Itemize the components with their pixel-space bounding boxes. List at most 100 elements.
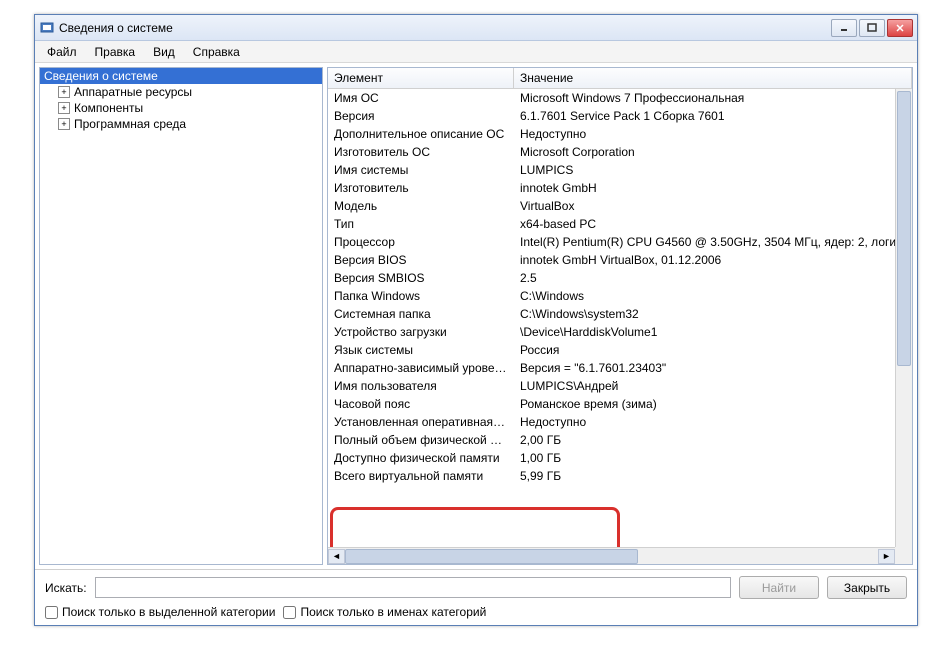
- table-row[interactable]: Версия SMBIOS2.5: [328, 269, 912, 287]
- table-row[interactable]: Изготовитель ОСMicrosoft Corporation: [328, 143, 912, 161]
- tree-item-label: Аппаратные ресурсы: [74, 85, 192, 99]
- table-row[interactable]: Аппаратно-зависимый уровен...Версия = "6…: [328, 359, 912, 377]
- cell-key: Полный объем физической па...: [328, 432, 514, 448]
- minimize-button[interactable]: [831, 19, 857, 37]
- table-row[interactable]: Папка WindowsC:\Windows: [328, 287, 912, 305]
- cell-value: innotek GmbH VirtualBox, 01.12.2006: [514, 252, 912, 268]
- table-row[interactable]: Установленная оперативная п...Недоступно: [328, 413, 912, 431]
- cell-value: C:\Windows: [514, 288, 912, 304]
- horizontal-scrollbar[interactable]: ◄ ►: [328, 547, 895, 564]
- table-row[interactable]: Версия6.1.7601 Service Pack 1 Сборка 760…: [328, 107, 912, 125]
- search-category-only-check[interactable]: Поиск только в выделенной категории: [45, 605, 275, 619]
- checkbox[interactable]: [45, 606, 58, 619]
- find-button[interactable]: Найти: [739, 576, 819, 599]
- close-button[interactable]: [887, 19, 913, 37]
- tree-item-components[interactable]: + Компоненты: [40, 100, 322, 116]
- checkbox-label: Поиск только в именах категорий: [300, 605, 486, 619]
- menu-file[interactable]: Файл: [39, 43, 85, 61]
- tree-root[interactable]: Сведения о системе: [40, 68, 322, 84]
- table-row[interactable]: Имя системыLUMPICS: [328, 161, 912, 179]
- cell-key: Изготовитель ОС: [328, 144, 514, 160]
- checkbox[interactable]: [283, 606, 296, 619]
- table-row[interactable]: Полный объем физической па...2,00 ГБ: [328, 431, 912, 449]
- cell-value: Россия: [514, 342, 912, 358]
- category-tree[interactable]: Сведения о системе + Аппаратные ресурсы …: [39, 67, 323, 565]
- table-row[interactable]: Доступно физической памяти1,00 ГБ: [328, 449, 912, 467]
- table-row[interactable]: Устройство загрузки\Device\HarddiskVolum…: [328, 323, 912, 341]
- scroll-left-icon[interactable]: ◄: [328, 549, 345, 564]
- cell-value: Версия = "6.1.7601.23403": [514, 360, 912, 376]
- search-input[interactable]: [95, 577, 731, 598]
- cell-key: Папка Windows: [328, 288, 514, 304]
- scrollbar-thumb[interactable]: [345, 549, 638, 564]
- table-row[interactable]: Версия BIOSinnotek GmbH VirtualBox, 01.1…: [328, 251, 912, 269]
- cell-value: x64-based PC: [514, 216, 912, 232]
- search-panel: Искать: Найти Закрыть Поиск только в выд…: [35, 569, 917, 625]
- cell-key: Установленная оперативная п...: [328, 414, 514, 430]
- cell-value: Microsoft Corporation: [514, 144, 912, 160]
- table-row[interactable]: Всего виртуальной памяти5,99 ГБ: [328, 467, 912, 485]
- expand-icon[interactable]: +: [58, 102, 70, 114]
- content-area: Сведения о системе + Аппаратные ресурсы …: [35, 63, 917, 569]
- cell-value: \Device\HarddiskVolume1: [514, 324, 912, 340]
- cell-key: Дополнительное описание ОС: [328, 126, 514, 142]
- cell-value: 2.5: [514, 270, 912, 286]
- cell-key: Часовой пояс: [328, 396, 514, 412]
- cell-key: Язык системы: [328, 342, 514, 358]
- cell-value: Недоступно: [514, 414, 912, 430]
- cell-key: Версия BIOS: [328, 252, 514, 268]
- table-row[interactable]: Язык системыРоссия: [328, 341, 912, 359]
- app-icon: [39, 20, 55, 36]
- details-header: Элемент Значение: [328, 68, 912, 89]
- table-row[interactable]: Часовой поясРоманское время (зима): [328, 395, 912, 413]
- menu-help[interactable]: Справка: [185, 43, 248, 61]
- tree-item-hardware[interactable]: + Аппаратные ресурсы: [40, 84, 322, 100]
- scroll-track[interactable]: [345, 549, 878, 564]
- cell-value: 6.1.7601 Service Pack 1 Сборка 7601: [514, 108, 912, 124]
- cell-key: Имя ОС: [328, 90, 514, 106]
- cell-key: Модель: [328, 198, 514, 214]
- menu-edit[interactable]: Правка: [87, 43, 144, 61]
- cell-key: Процессор: [328, 234, 514, 250]
- search-names-only-check[interactable]: Поиск только в именах категорий: [283, 605, 486, 619]
- window-controls: [831, 19, 913, 37]
- vertical-scrollbar[interactable]: [895, 89, 912, 547]
- cell-key: Системная папка: [328, 306, 514, 322]
- menu-view[interactable]: Вид: [145, 43, 183, 61]
- scrollbar-thumb[interactable]: [897, 91, 911, 366]
- scroll-corner: [895, 547, 912, 564]
- col-element[interactable]: Элемент: [328, 68, 514, 88]
- tree-root-label: Сведения о системе: [44, 69, 158, 83]
- details-body[interactable]: Имя ОСMicrosoft Windows 7 Профессиональн…: [328, 89, 912, 564]
- table-row[interactable]: МодельVirtualBox: [328, 197, 912, 215]
- close-search-button[interactable]: Закрыть: [827, 576, 907, 599]
- tree-item-label: Компоненты: [74, 101, 143, 115]
- expand-icon[interactable]: +: [58, 118, 70, 130]
- cell-value: 2,00 ГБ: [514, 432, 912, 448]
- cell-value: Microsoft Windows 7 Профессиональная: [514, 90, 912, 106]
- cell-key: Версия: [328, 108, 514, 124]
- tree-item-software[interactable]: + Программная среда: [40, 116, 322, 132]
- scroll-right-icon[interactable]: ►: [878, 549, 895, 564]
- table-row[interactable]: Дополнительное описание ОСНедоступно: [328, 125, 912, 143]
- table-row[interactable]: Имя ОСMicrosoft Windows 7 Профессиональн…: [328, 89, 912, 107]
- cell-value: Intel(R) Pentium(R) CPU G4560 @ 3.50GHz,…: [514, 234, 912, 250]
- cell-key: Всего виртуальной памяти: [328, 468, 514, 484]
- cell-key: Имя системы: [328, 162, 514, 178]
- col-value[interactable]: Значение: [514, 68, 912, 88]
- table-row[interactable]: Типx64-based PC: [328, 215, 912, 233]
- table-row[interactable]: Изготовительinnotek GmbH: [328, 179, 912, 197]
- maximize-button[interactable]: [859, 19, 885, 37]
- details-panel: Элемент Значение Имя ОСMicrosoft Windows…: [327, 67, 913, 565]
- system-info-window: Сведения о системе Файл Правка Вид Справ…: [34, 14, 918, 626]
- cell-value: VirtualBox: [514, 198, 912, 214]
- table-row[interactable]: Системная папкаC:\Windows\system32: [328, 305, 912, 323]
- table-row[interactable]: ПроцессорIntel(R) Pentium(R) CPU G4560 @…: [328, 233, 912, 251]
- table-row[interactable]: Имя пользователяLUMPICS\Андрей: [328, 377, 912, 395]
- cell-key: Аппаратно-зависимый уровен...: [328, 360, 514, 376]
- menubar: Файл Правка Вид Справка: [35, 41, 917, 63]
- titlebar[interactable]: Сведения о системе: [35, 15, 917, 41]
- cell-key: Устройство загрузки: [328, 324, 514, 340]
- expand-icon[interactable]: +: [58, 86, 70, 98]
- search-label: Искать:: [45, 581, 87, 595]
